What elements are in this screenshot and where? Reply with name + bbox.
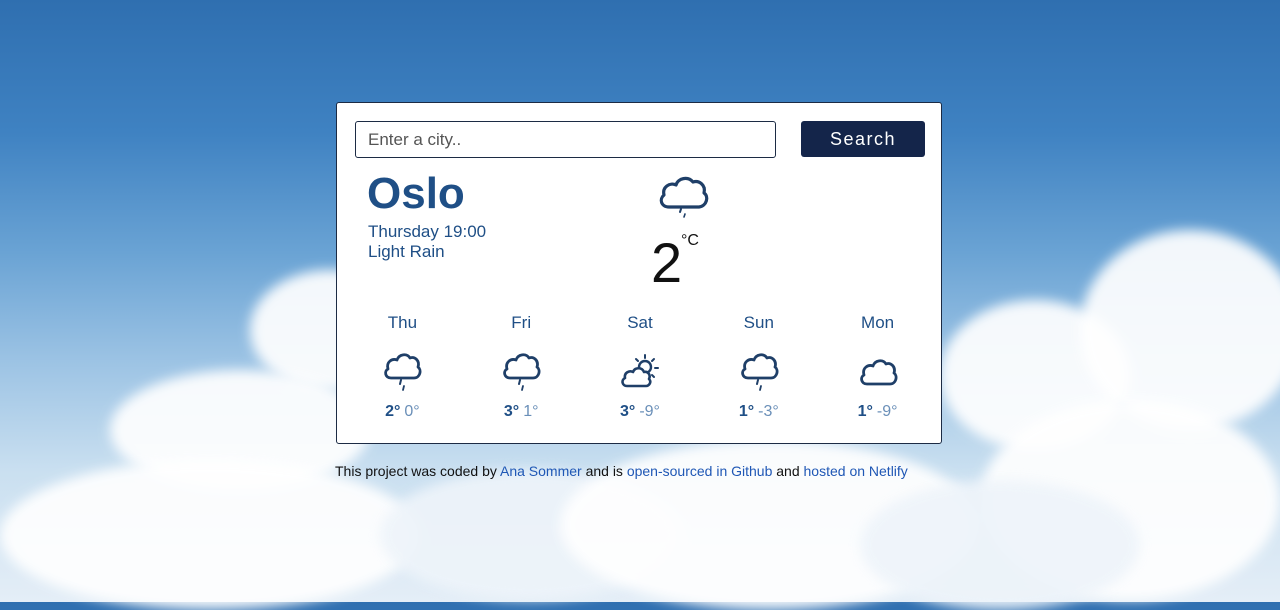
forecast-min-temp: -9° bbox=[876, 403, 898, 420]
forecast-day: Thu 2° 0° bbox=[343, 313, 462, 421]
footer-text: and is bbox=[585, 463, 623, 479]
forecast-row: Thu 2° 0° Fri 3° 1° Sat 3° -9° Sun 1° -3… bbox=[343, 313, 937, 421]
forecast-day-name: Thu bbox=[387, 313, 418, 332]
netlify-link[interactable]: hosted on Netlify bbox=[804, 463, 908, 479]
current-temperature: 2 bbox=[651, 231, 683, 294]
forecast-day-name: Sun bbox=[743, 313, 774, 332]
rain-cloud-icon bbox=[659, 176, 709, 218]
forecast-min-temp: 0° bbox=[404, 403, 420, 420]
forecast-min-temp: -9° bbox=[639, 403, 660, 420]
footer-text: This project was coded by bbox=[335, 463, 497, 479]
rain-cloud-icon bbox=[384, 353, 422, 391]
weather-condition: Light Rain bbox=[368, 242, 445, 261]
partly-cloudy-icon bbox=[621, 354, 659, 388]
forecast-temps: 1° -9° bbox=[818, 403, 937, 421]
current-datetime: Thursday 19:00 bbox=[368, 222, 487, 241]
forecast-max-temp: 3° bbox=[620, 403, 636, 420]
author-link[interactable]: Ana Sommer bbox=[500, 463, 582, 479]
forecast-max-temp: 1° bbox=[738, 403, 755, 420]
temperature-unit: °C bbox=[681, 232, 699, 249]
forecast-temps: 3° -9° bbox=[581, 403, 700, 421]
forecast-max-temp: 3° bbox=[503, 403, 520, 420]
forecast-max-temp: 2° bbox=[385, 403, 401, 420]
forecast-min-temp: 1° bbox=[523, 403, 539, 420]
rain-cloud-icon bbox=[740, 353, 779, 391]
cloud-icon bbox=[859, 359, 898, 386]
forecast-min-temp: -3° bbox=[758, 403, 779, 420]
forecast-day-name: Sat bbox=[627, 313, 653, 332]
forecast-day: Sun 1° -3° bbox=[699, 313, 818, 421]
forecast-day-name: Fri bbox=[511, 313, 532, 332]
forecast-temps: 1° -3° bbox=[699, 403, 818, 421]
city-name: Oslo bbox=[367, 169, 465, 218]
weather-card: Search Oslo Thursday 19:00 Light Rain 2 … bbox=[336, 102, 942, 444]
forecast-max-temp: 1° bbox=[857, 403, 873, 420]
forecast-day: Mon 1° -9° bbox=[818, 313, 937, 421]
search-button[interactable]: Search bbox=[801, 121, 925, 157]
footer: This project was coded by Ana Sommer and… bbox=[335, 463, 908, 479]
forecast-temps: 3° 1° bbox=[462, 403, 581, 421]
search-input[interactable] bbox=[355, 121, 776, 158]
forecast-day: Sat 3° -9° bbox=[581, 313, 700, 421]
footer-text: and bbox=[776, 463, 800, 479]
github-link[interactable]: open-sourced in Github bbox=[627, 463, 773, 479]
forecast-day: Fri 3° 1° bbox=[462, 313, 581, 421]
rain-cloud-icon bbox=[503, 353, 541, 391]
forecast-temps: 2° 0° bbox=[343, 403, 462, 421]
forecast-day-name: Mon bbox=[861, 313, 895, 332]
